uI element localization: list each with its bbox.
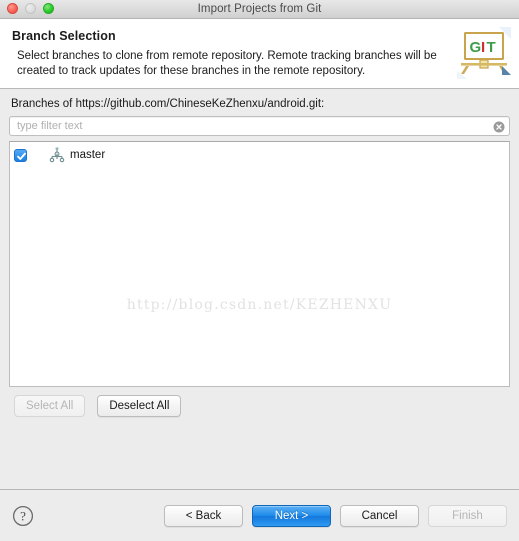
window-title: Import Projects from Git bbox=[197, 3, 322, 15]
dialog-footer: ? < Back Next > Cancel Finish bbox=[0, 490, 519, 541]
branches-label: Branches of https://github.com/ChineseKe… bbox=[11, 98, 325, 110]
window-controls bbox=[7, 3, 54, 14]
title-bar: Import Projects from Git bbox=[0, 0, 519, 19]
branch-checkbox[interactable] bbox=[14, 148, 27, 162]
cancel-button[interactable]: Cancel bbox=[340, 504, 419, 527]
select-all-button[interactable]: Select All bbox=[14, 395, 86, 417]
git-easel-icon: G I T bbox=[455, 27, 511, 79]
git-branch-icon bbox=[49, 147, 65, 163]
dialog-body: Branches of https://github.com/ChineseKe… bbox=[0, 89, 519, 489]
clear-circle-icon[interactable] bbox=[493, 120, 505, 133]
svg-text:?: ? bbox=[20, 508, 26, 523]
filter-field[interactable] bbox=[9, 116, 510, 136]
branch-list[interactable]: master http://blog.csdn.net/KEZHENXU bbox=[9, 141, 510, 387]
wizard-buttons: < Back Next > Cancel Finish bbox=[164, 504, 507, 527]
svg-text:I: I bbox=[481, 39, 485, 56]
search-input[interactable] bbox=[10, 117, 509, 135]
dialog-window: Import Projects from Git Branch Selectio… bbox=[0, 0, 519, 541]
watermark-text: http://blog.csdn.net/KEZHENXU bbox=[126, 297, 393, 313]
zoom-button[interactable] bbox=[43, 3, 54, 14]
next-button[interactable]: Next > bbox=[252, 504, 331, 527]
page-description: Select branches to clone from remote rep… bbox=[17, 50, 437, 77]
help-question-icon[interactable]: ? bbox=[12, 505, 34, 527]
deselect-all-button[interactable]: Deselect All bbox=[97, 395, 182, 417]
minimize-button bbox=[25, 3, 36, 14]
branch-name: master bbox=[70, 149, 106, 161]
finish-button[interactable]: Finish bbox=[428, 504, 507, 527]
close-button[interactable] bbox=[7, 3, 18, 14]
back-button[interactable]: < Back bbox=[164, 504, 243, 527]
list-item[interactable]: master bbox=[10, 145, 509, 165]
svg-text:T: T bbox=[487, 39, 496, 56]
page-title: Branch Selection bbox=[12, 29, 116, 43]
wizard-header: Branch Selection Select branches to clon… bbox=[0, 19, 519, 89]
svg-text:G: G bbox=[470, 39, 482, 56]
selection-buttons: Select All Deselect All bbox=[9, 395, 510, 417]
